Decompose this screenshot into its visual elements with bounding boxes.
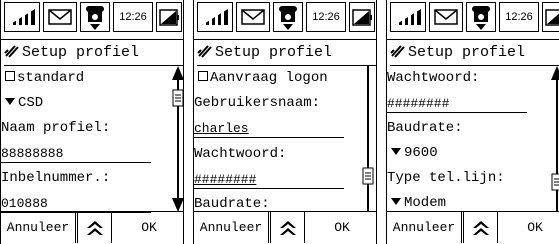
standard-checkbox[interactable]: standard	[5, 70, 84, 86]
baudrate-select[interactable]: 9600	[391, 145, 438, 161]
title-text: Setup profiel	[22, 44, 140, 61]
cancel-button[interactable]: Annuleer	[1, 212, 76, 243]
password-field[interactable]: ########	[194, 172, 344, 189]
double-chevron-up-icon	[279, 220, 296, 235]
double-chevron-up-icon	[472, 220, 489, 235]
username-field[interactable]: charles	[194, 121, 344, 138]
checkbox-icon	[5, 71, 15, 81]
scrollbar[interactable]	[361, 66, 375, 212]
baudrate-label: Baudrate:	[194, 196, 270, 212]
screen-title: Setup profiel	[390, 40, 559, 66]
scrollbar[interactable]	[171, 66, 183, 212]
title-text: Setup profiel	[408, 44, 526, 61]
phone-screen-1: 12:26 Setup profiel standard CSD Naam pr…	[0, 0, 184, 244]
cancel-button[interactable]: Annuleer	[194, 212, 269, 243]
connection-type-select[interactable]: CSD	[5, 95, 43, 111]
ok-button[interactable]: OK	[499, 212, 559, 243]
ok-button[interactable]: OK	[113, 212, 183, 243]
clock-time: 12:26	[499, 2, 539, 32]
signal-strength-icon	[390, 2, 426, 32]
clock-time: 12:26	[113, 2, 153, 32]
form-content: Wachtwoord: ######## Baudrate: 9600 Type…	[387, 66, 559, 212]
status-bar: 12:26	[387, 0, 559, 40]
title-text: Setup profiel	[215, 44, 333, 61]
screen-title: Setup profiel	[197, 40, 376, 66]
screen-title: Setup profiel	[4, 40, 183, 66]
cancel-button[interactable]: Annuleer	[387, 212, 462, 243]
battery-icon	[349, 2, 375, 32]
profile-name-label: Naam profiel:	[1, 120, 111, 136]
status-bar: 12:26	[1, 0, 183, 40]
phone-screen-2: 12:26 Setup profiel Aanvraag logon Gebru…	[193, 0, 377, 244]
double-up-arrow-button[interactable]	[463, 212, 498, 243]
settings-tools-icon	[197, 45, 212, 58]
clock-time: 12:26	[306, 2, 346, 32]
form-content: Aanvraag logon Gebruikersnaam: charles W…	[194, 66, 376, 212]
settings-tools-icon	[390, 45, 405, 58]
softkey-bar: Annuleer OK	[387, 211, 559, 244]
profile-name-field[interactable]: 88888888	[1, 146, 151, 163]
battery-icon	[156, 2, 182, 32]
dropdown-triangle-icon	[391, 198, 401, 205]
phone-screen-3: 12:26 Setup profiel Wachtwoord: ########…	[386, 0, 559, 244]
password-field[interactable]: ########	[387, 96, 527, 113]
telephone-icon	[466, 2, 496, 32]
softkey-bar: Annuleer OK	[1, 211, 183, 244]
settings-tools-icon	[4, 45, 19, 58]
signal-strength-icon	[4, 2, 40, 32]
double-up-arrow-button[interactable]	[77, 212, 112, 243]
dropdown-triangle-icon	[5, 98, 15, 105]
double-up-arrow-button[interactable]	[270, 212, 305, 243]
softkey-bar: Annuleer OK	[194, 211, 376, 244]
line-type-select[interactable]: Modem	[391, 195, 446, 211]
envelope-icon	[43, 2, 77, 32]
telephone-icon	[273, 2, 303, 32]
dropdown-triangle-icon	[391, 148, 401, 155]
envelope-icon	[236, 2, 270, 32]
username-label: Gebruikersnaam:	[194, 95, 321, 111]
telephone-icon	[80, 2, 110, 32]
battery-icon	[542, 2, 559, 32]
checkbox-icon	[198, 71, 208, 81]
password-label: Wachtwoord:	[387, 70, 480, 86]
scrollbar[interactable]	[550, 66, 559, 212]
form-content: standard CSD Naam profiel: 88888888 Inbe…	[1, 66, 183, 213]
password-label: Wachtwoord:	[194, 146, 287, 162]
line-type-label: Type tel.lijn:	[387, 170, 505, 186]
dial-number-label: Inbelnummer.:	[1, 170, 111, 186]
baudrate-label: Baudrate:	[387, 120, 463, 136]
double-chevron-up-icon	[86, 220, 103, 235]
signal-strength-icon	[197, 2, 233, 32]
envelope-icon	[429, 2, 463, 32]
ok-button[interactable]: OK	[306, 212, 376, 243]
logon-request-checkbox[interactable]: Aanvraag logon	[198, 70, 328, 86]
status-bar: 12:26	[194, 0, 376, 40]
